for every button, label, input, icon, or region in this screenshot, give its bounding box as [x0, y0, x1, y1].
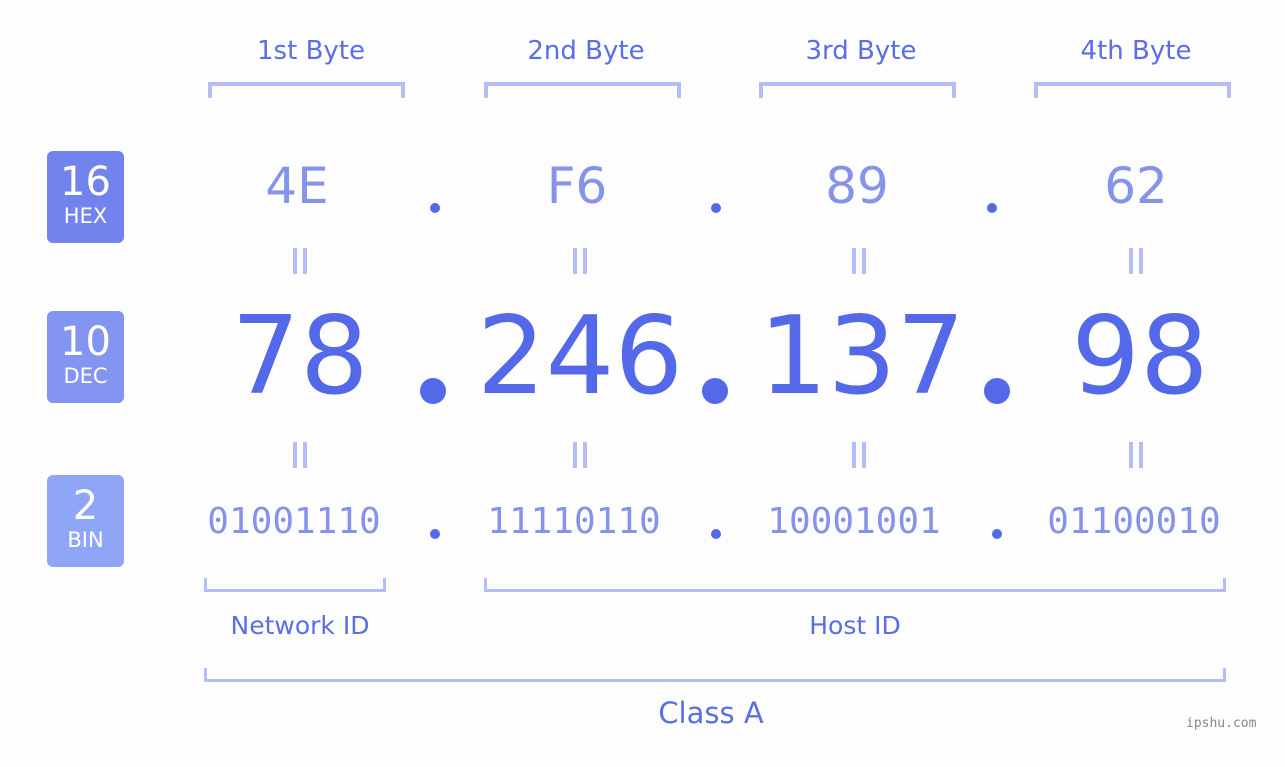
equals-icon	[852, 248, 866, 274]
dec-dot-1	[420, 378, 446, 404]
bracket-byte-4	[1034, 82, 1231, 98]
hex-dot-1	[430, 203, 440, 213]
bin-octet-2: 11110110	[487, 501, 661, 542]
dec-badge: 10 DEC	[47, 311, 124, 403]
equals-icon	[1129, 442, 1143, 468]
equals-icon	[293, 442, 307, 468]
bin-base: 2	[72, 483, 99, 529]
bracket-byte-3	[759, 82, 956, 98]
header-byte-4: 4th Byte	[1080, 36, 1192, 66]
dec-label: DEC	[63, 364, 108, 388]
hex-label: HEX	[63, 204, 108, 228]
dec-dot-2	[702, 378, 728, 404]
hex-octet-2: F6	[546, 157, 608, 215]
hex-dot-2	[711, 203, 721, 213]
bin-label: BIN	[67, 528, 104, 552]
dec-octet-2: 246	[476, 294, 684, 419]
class-label: Class A	[658, 696, 764, 730]
hex-octet-4: 62	[1104, 157, 1168, 215]
bin-octet-3: 10001001	[767, 501, 941, 542]
header-byte-2: 2nd Byte	[527, 36, 645, 66]
class-bracket	[204, 668, 1226, 682]
hex-base: 16	[60, 159, 111, 205]
bin-dot-3	[992, 529, 1002, 539]
header-byte-1: 1st Byte	[257, 36, 365, 66]
bracket-byte-1	[208, 82, 405, 98]
header-byte-3: 3rd Byte	[805, 36, 917, 66]
hex-octet-1: 4E	[265, 157, 329, 215]
network-id-bracket	[204, 578, 386, 592]
dec-octet-1: 78	[231, 294, 369, 419]
equals-icon	[1129, 248, 1143, 274]
dec-octet-3: 137	[758, 294, 966, 419]
network-id-label: Network ID	[230, 611, 370, 640]
bracket-byte-2	[484, 82, 681, 98]
bin-octet-4: 01100010	[1047, 501, 1221, 542]
host-id-label: Host ID	[809, 611, 901, 640]
equals-icon	[573, 442, 587, 468]
host-id-bracket	[484, 578, 1226, 592]
bin-badge: 2 BIN	[47, 475, 124, 567]
watermark: ipshu.com	[1186, 716, 1257, 731]
bin-octet-1: 01001110	[207, 501, 381, 542]
bin-dot-1	[430, 529, 440, 539]
equals-icon	[573, 248, 587, 274]
equals-icon	[293, 248, 307, 274]
hex-octet-3: 89	[825, 157, 889, 215]
hex-badge: 16 HEX	[47, 151, 124, 243]
bin-dot-2	[711, 529, 721, 539]
dec-dot-3	[984, 378, 1010, 404]
dec-base: 10	[60, 319, 111, 365]
dec-octet-4: 98	[1071, 294, 1209, 419]
equals-icon	[852, 442, 866, 468]
hex-dot-3	[987, 203, 997, 213]
